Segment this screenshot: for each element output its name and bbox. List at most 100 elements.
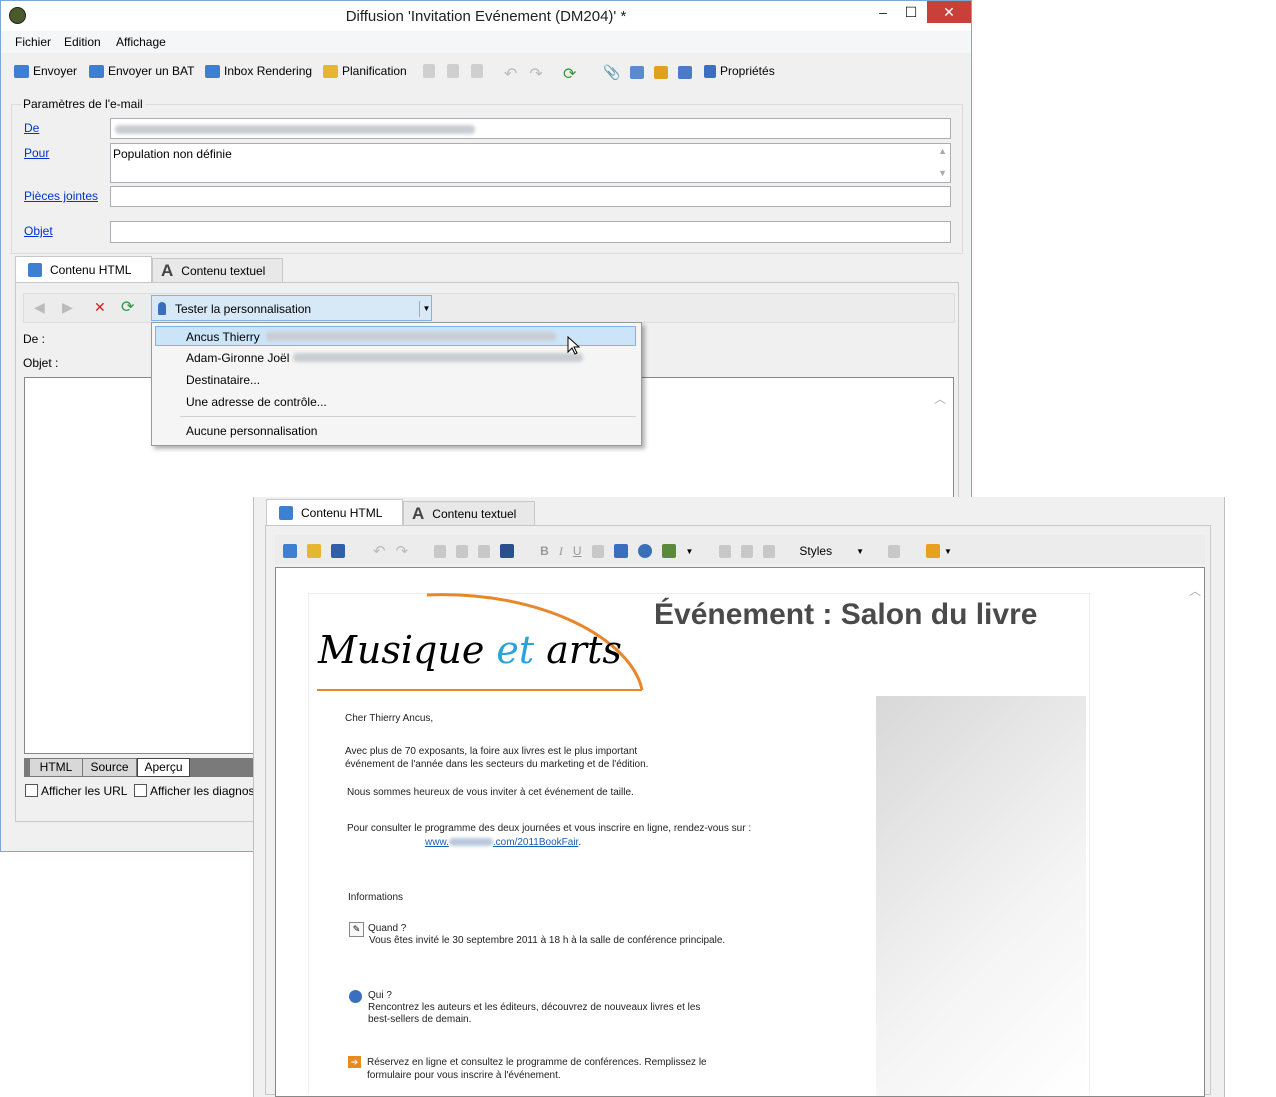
close-button[interactable]: ✕ <box>927 1 971 23</box>
link-icon[interactable] <box>630 66 645 79</box>
editor-copy-icon[interactable] <box>434 544 447 558</box>
attachments-link[interactable]: Pièces jointes <box>24 189 98 203</box>
show-urls-checkbox[interactable] <box>25 784 38 797</box>
gift-icon[interactable] <box>654 66 669 79</box>
from-field[interactable] <box>110 118 951 139</box>
redo-icon[interactable]: ↷ <box>529 64 542 84</box>
send-proof-button[interactable]: Envoyer un BAT <box>89 64 194 78</box>
underline-button[interactable]: U <box>573 544 582 558</box>
tab-html[interactable]: HTML <box>30 759 82 776</box>
dropdown-item-recipient[interactable]: Destinataire... <box>186 373 260 387</box>
personalization-block-icon[interactable] <box>926 544 941 558</box>
dropdown-item-ancus[interactable]: Ancus Thierry <box>155 326 636 346</box>
dropdown-item-adam[interactable]: Adam-Gironne Joël <box>155 348 636 368</box>
bullet-list-icon[interactable] <box>613 544 628 558</box>
font-a-icon: A <box>412 503 425 523</box>
bold-button[interactable]: B <box>540 544 549 558</box>
notepad-icon: ✎ <box>349 922 364 937</box>
mouse-cursor-icon <box>567 336 581 355</box>
email-greeting: Cher Thierry Ancus, <box>345 713 434 724</box>
italic-button[interactable]: I <box>559 544 563 559</box>
paste-icon[interactable] <box>471 64 483 78</box>
new-html-icon[interactable] <box>283 544 297 558</box>
menu-fichier[interactable]: Fichier <box>15 35 51 49</box>
block-dropdown-icon[interactable]: ▼ <box>944 547 952 556</box>
email-when-text: Vous êtes invité le 30 septembre 2011 à … <box>369 935 726 946</box>
editor-cut-icon[interactable] <box>456 544 469 558</box>
back-arrow-icon[interactable]: ◀ <box>34 299 45 316</box>
dropdown-arrow-icon[interactable]: ▼ <box>419 301 433 317</box>
preview-from-label: De : <box>23 332 46 346</box>
email-reserve-line2: formulaire pour vous inscrire à l'événem… <box>367 1070 561 1081</box>
insert-image-icon[interactable] <box>661 544 676 558</box>
show-urls-label: Afficher les URL <box>41 784 128 798</box>
tab-source[interactable]: Source <box>83 759 136 776</box>
undo-redo-group: ↶ ↷ <box>504 64 543 84</box>
preview-scroll-up-icon[interactable]: ︿ <box>934 390 946 407</box>
reload-icon[interactable]: ⟳ <box>121 297 134 317</box>
subject-link[interactable]: Objet <box>24 224 53 238</box>
front-tab-text-content[interactable]: A Contenu textuel <box>403 501 535 525</box>
cut-icon[interactable] <box>447 64 459 78</box>
subject-field[interactable] <box>110 221 951 243</box>
editor-paste-icon[interactable] <box>478 544 491 558</box>
forward-arrow-icon[interactable]: ▶ <box>62 299 73 316</box>
show-diagnostics-checkbox[interactable] <box>134 784 147 797</box>
scroll-down-icon[interactable]: ▼ <box>938 168 947 178</box>
attachments-field[interactable] <box>110 186 951 207</box>
inbox-rendering-button[interactable]: Inbox Rendering <box>205 64 312 78</box>
email-blurred <box>293 353 583 362</box>
align-right-icon[interactable] <box>763 544 776 558</box>
window-title: Diffusion 'Invitation Evénement (DM204)'… <box>345 8 627 25</box>
editor-redo-icon[interactable]: ↷ <box>396 542 409 560</box>
envelope-icon <box>14 64 29 78</box>
email-link[interactable]: www. .com/2011BookFair. <box>425 837 581 848</box>
find-binoculars-icon[interactable] <box>500 544 515 558</box>
scroll-up-icon[interactable]: ▲ <box>938 146 947 156</box>
image-dropdown-icon[interactable]: ▼ <box>686 547 694 556</box>
menu-affichage[interactable]: Affichage <box>116 35 166 49</box>
spellcheck-icon[interactable] <box>888 544 901 558</box>
styles-dropdown-icon[interactable]: ▼ <box>856 547 864 556</box>
styles-combo[interactable]: Styles <box>799 544 832 558</box>
properties-button[interactable]: Propriétés <box>704 64 775 78</box>
stop-icon[interactable]: ✕ <box>94 299 106 316</box>
paperclip-icon[interactable]: 📎 <box>603 64 620 81</box>
schedule-button[interactable]: Planification <box>323 64 407 78</box>
email-p2: Nous sommes heureux de vous inviter à ce… <box>347 787 634 798</box>
personalization-combo-label: Tester la personnalisation <box>175 302 312 316</box>
font-a-icon: A <box>161 260 174 280</box>
copy-icon[interactable] <box>423 64 435 78</box>
group-label: Paramètres de l'e-mail <box>21 97 145 111</box>
dropdown-item-none[interactable]: Aucune personnalisation <box>186 424 317 438</box>
clear-format-icon[interactable] <box>591 544 604 558</box>
insert-link-icon[interactable] <box>637 544 652 558</box>
save-icon[interactable] <box>331 544 345 558</box>
tab-html-content[interactable]: Contenu HTML <box>15 256 152 283</box>
editor-scroll-up-icon[interactable]: ︿ <box>1189 582 1201 599</box>
email-p3: Pour consulter le programme des deux jou… <box>347 823 752 834</box>
refresh-button[interactable]: ⟳ <box>563 64 576 84</box>
editor-undo-icon[interactable]: ↶ <box>373 542 386 560</box>
gauge-icon[interactable] <box>678 66 693 79</box>
open-folder-icon[interactable] <box>307 544 321 558</box>
personalization-combo[interactable]: Tester la personnalisation ▼ <box>151 295 432 321</box>
to-field[interactable]: Population non définie ▲ ▼ <box>110 143 951 183</box>
send-button[interactable]: Envoyer <box>14 64 77 78</box>
minimize-button[interactable]: – <box>869 1 897 23</box>
tab-text-content[interactable]: A Contenu textuel <box>152 258 283 282</box>
align-left-icon[interactable] <box>719 544 732 558</box>
tab-preview[interactable]: Aperçu <box>137 758 190 777</box>
to-link[interactable]: Pour <box>24 146 49 160</box>
show-diagnostics-label: Afficher les diagnos <box>150 784 255 798</box>
email-info-heading: Informations <box>348 892 404 903</box>
maximize-button[interactable]: ☐ <box>897 1 925 23</box>
dropdown-item-seed[interactable]: Une adresse de contrôle... <box>186 395 327 409</box>
from-link[interactable]: De <box>24 121 39 135</box>
menu-edition[interactable]: Edition <box>64 35 101 49</box>
front-tab-html-content[interactable]: Contenu HTML <box>266 499 403 526</box>
email-headline: Événement : Salon du livre <box>654 598 1038 631</box>
undo-icon[interactable]: ↶ <box>504 64 517 84</box>
logo: Musique et arts <box>318 628 622 672</box>
align-center-icon[interactable] <box>741 544 754 558</box>
